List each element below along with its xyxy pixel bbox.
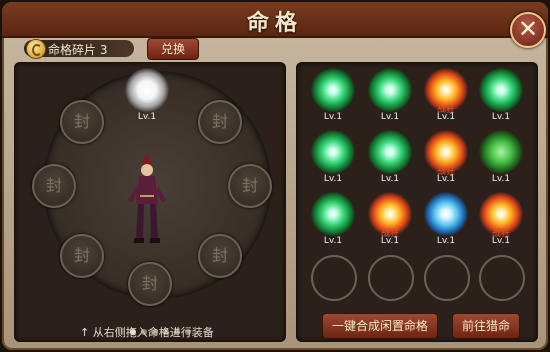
close-icon: ✕ (517, 15, 539, 43)
equipped-orb[interactable] (125, 68, 169, 112)
fate-window: 命格 ✕ 命格碎片 3 兑换 封封封封封封封 Lv.1 ↑ 从右侧拖入命格进行装… (2, 2, 548, 350)
close-button[interactable]: ✕ (510, 12, 546, 48)
orb-level-label: Lv.1 (323, 112, 343, 122)
inventory-orb[interactable] (311, 192, 355, 236)
sealed-slot[interactable]: 封 (228, 164, 272, 208)
orb-level-label: Lv.1 (491, 236, 511, 246)
orb-level-label: Lv.1 (491, 112, 511, 122)
sealed-slot[interactable]: 封 (60, 100, 104, 144)
inventory-orb[interactable] (479, 68, 523, 112)
exchange-button[interactable]: 兑换 (147, 38, 199, 60)
sealed-slot[interactable]: 封 (198, 100, 242, 144)
empty-inventory-slot[interactable] (368, 255, 414, 301)
inventory-orb[interactable] (311, 130, 355, 174)
inventory-orb[interactable] (311, 68, 355, 112)
sealed-slot[interactable]: 封 (198, 234, 242, 278)
go-hunt-button[interactable]: 前往猎命 (452, 313, 520, 339)
orb-level-label: Lv.1 (380, 174, 400, 184)
sealed-slot[interactable]: 封 (60, 234, 104, 278)
empty-inventory-slot[interactable] (311, 255, 357, 301)
sealed-slot[interactable]: 封 (32, 164, 76, 208)
empty-inventory-slot[interactable] (424, 255, 470, 301)
sealed-slot[interactable]: 封 (128, 262, 172, 306)
coin-icon (26, 39, 46, 59)
title-bar: 命格 (2, 2, 548, 38)
equipped-orb-level: Lv.1 (137, 112, 157, 122)
orb-level-label: Lv.1 (436, 112, 456, 122)
drag-hint: ↑ 从右侧拖入命格进行装备 (80, 326, 214, 339)
fate-fragment-count: 命格碎片 3 (48, 43, 108, 57)
orb-level-label: Lv.1 (380, 112, 400, 122)
merge-idle-button[interactable]: 一键合成闲置命格 (322, 313, 438, 339)
window-title: 命格 (246, 11, 303, 36)
orb-level-label: Lv.1 (436, 236, 456, 246)
orb-level-label: Lv.1 (436, 174, 456, 184)
orb-level-label: Lv.1 (323, 174, 343, 184)
character-figure (128, 154, 166, 243)
orb-level-label: Lv.1 (323, 236, 343, 246)
inventory-orb[interactable] (424, 192, 468, 236)
empty-inventory-slot[interactable] (479, 255, 525, 301)
inventory-orb[interactable] (368, 130, 412, 174)
inventory-orb[interactable] (368, 68, 412, 112)
orb-level-label: Lv.1 (380, 236, 400, 246)
inventory-orb[interactable] (479, 130, 523, 174)
orb-level-label: Lv.1 (491, 174, 511, 184)
